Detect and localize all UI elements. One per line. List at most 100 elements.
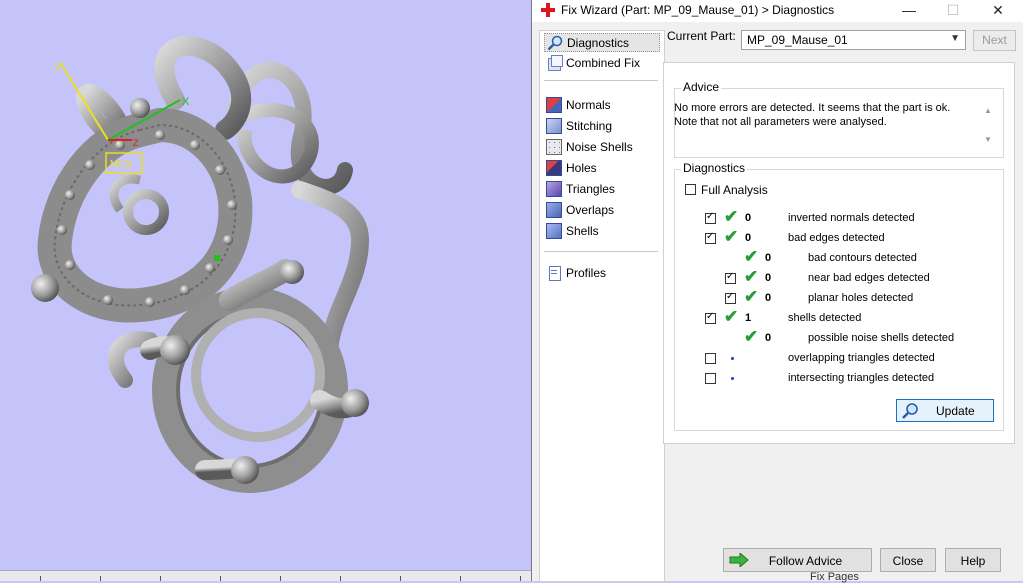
noise-shells-icon	[546, 139, 562, 155]
model-ball	[223, 235, 233, 245]
minimize-button[interactable]: —	[887, 0, 931, 22]
model-ball	[57, 225, 67, 235]
model-ball	[280, 260, 304, 284]
model-ball	[130, 98, 150, 118]
maximize-button[interactable]: ☐	[931, 0, 975, 22]
model-ball	[190, 140, 200, 150]
nav-item-triangles[interactable]: Triangles	[544, 180, 660, 199]
nav-label: Holes	[566, 161, 597, 175]
help-label: Help	[960, 554, 986, 568]
profiles-icon	[546, 265, 562, 281]
next-button[interactable]: Next	[973, 30, 1016, 51]
check-icon: ✔	[744, 287, 759, 306]
update-button[interactable]: Update	[896, 399, 994, 422]
triangles-icon	[546, 181, 562, 197]
noise-shells-label: possible noise shells detected	[808, 332, 955, 344]
check-icon: ✔	[744, 267, 759, 286]
fix-pages-nav: Diagnostics Combined Fix Normals Stitchi…	[539, 30, 665, 582]
z-axis-label: Z	[133, 138, 139, 148]
normals-icon	[546, 97, 562, 113]
model-ball	[160, 335, 190, 365]
model-ball	[155, 130, 165, 140]
nav-label: Diagnostics	[567, 36, 630, 50]
intersecting-triangles-checkbox[interactable]	[705, 373, 716, 384]
update-label: Update	[936, 404, 975, 418]
nav-item-diagnostics[interactable]: Diagnostics	[544, 33, 660, 52]
shells-checkbox[interactable]	[705, 311, 716, 324]
not-analysed-dot-icon	[731, 357, 734, 360]
shells-label: shells detected	[788, 312, 862, 324]
check-icon: ✔	[744, 247, 759, 266]
model-ball	[115, 140, 125, 150]
nav-label: Stitching	[566, 119, 613, 133]
window-title: Fix Wizard (Part: MP_09_Mause_01) > Diag…	[561, 3, 835, 17]
close-window-button[interactable]: ✕	[976, 0, 1020, 22]
model-ball	[231, 456, 259, 484]
diagnostics-title: Diagnostics	[681, 161, 748, 175]
help-button[interactable]: Help	[945, 548, 1001, 572]
red-cross-app-icon	[541, 3, 555, 17]
full-analysis-label: Full Analysis	[701, 183, 768, 197]
nav-item-profiles[interactable]: Profiles	[544, 264, 660, 283]
mcs-tag: MCS	[110, 159, 133, 170]
model-ball	[65, 190, 75, 200]
nav-item-overlaps[interactable]: Overlaps	[544, 201, 660, 220]
current-part-select[interactable]: MP_09_Mause_01 ▼	[741, 30, 966, 50]
shells-icon	[546, 223, 562, 239]
model-ball	[205, 263, 215, 273]
follow-advice-button[interactable]: Follow Advice	[723, 548, 872, 572]
nav-label: Profiles	[566, 266, 607, 280]
nav-item-stitching[interactable]: Stitching	[544, 117, 660, 136]
nav-item-noise-shells[interactable]: Noise Shells	[544, 138, 660, 157]
nav-separator	[544, 251, 658, 252]
nav-label: Normals	[566, 98, 611, 112]
close-button[interactable]: Close	[880, 548, 936, 572]
magnifier-icon	[547, 35, 563, 51]
follow-advice-label: Follow Advice	[768, 554, 843, 568]
model-ball	[227, 200, 237, 210]
current-part-value: MP_09_Mause_01	[747, 33, 848, 47]
nav-label: Overlaps	[566, 203, 615, 217]
bad-edges-checkbox[interactable]	[705, 231, 716, 244]
current-part-label: Current Part:	[667, 29, 736, 43]
magnifier-icon	[902, 403, 918, 419]
mouse-pendant-model[interactable]: Y X Z MCS	[0, 0, 532, 570]
near-bad-edges-checkbox[interactable]	[725, 271, 736, 284]
intersecting-triangles-label: intersecting triangles detected	[788, 372, 935, 384]
model-ball	[103, 295, 113, 305]
model-ball	[341, 389, 369, 417]
scroll-up-icon[interactable]: ▲	[984, 106, 992, 115]
advice-title: Advice	[681, 80, 722, 94]
inverted-normals-checkbox[interactable]	[705, 211, 716, 224]
overlapping-triangles-checkbox[interactable]	[705, 353, 716, 364]
title-bar[interactable]: Fix Wizard (Part: MP_09_Mause_01) > Diag…	[532, 0, 1023, 22]
nav-label: Shells	[566, 224, 599, 238]
full-analysis-checkbox[interactable]	[685, 184, 696, 195]
overlaps-icon	[546, 202, 562, 218]
check-icon: ✔	[724, 307, 739, 326]
3d-viewport[interactable]: Y X Z MCS	[0, 0, 532, 581]
near-bad-edges-label: near bad edges detected	[808, 272, 930, 284]
model-ball	[85, 160, 95, 170]
nav-item-normals[interactable]: Normals	[544, 96, 660, 115]
planar-holes-checkbox[interactable]	[725, 291, 736, 304]
not-analysed-dot-icon	[731, 377, 734, 380]
bad-edges-count: 0	[745, 232, 752, 244]
model-ball	[215, 165, 225, 175]
scroll-down-icon[interactable]: ▼	[984, 135, 992, 144]
noise-shells-count: 0	[765, 332, 772, 344]
close-label: Close	[892, 554, 924, 568]
chevron-down-icon: ▼	[950, 33, 960, 44]
nav-item-shells[interactable]: Shells	[544, 222, 660, 241]
y-axis-label: Y	[54, 63, 62, 75]
shells-count: 1	[745, 312, 752, 324]
model-ball	[31, 274, 59, 302]
stitching-icon	[546, 118, 562, 134]
viewport-ruler	[0, 570, 532, 581]
model-ball	[180, 285, 190, 295]
nav-item-combined-fix[interactable]: Combined Fix	[544, 54, 660, 73]
nav-item-holes[interactable]: Holes	[544, 159, 660, 178]
near-bad-edges-count: 0	[765, 272, 772, 284]
overlapping-triangles-label: overlapping triangles detected	[788, 352, 935, 364]
combined-fix-icon	[546, 55, 563, 71]
